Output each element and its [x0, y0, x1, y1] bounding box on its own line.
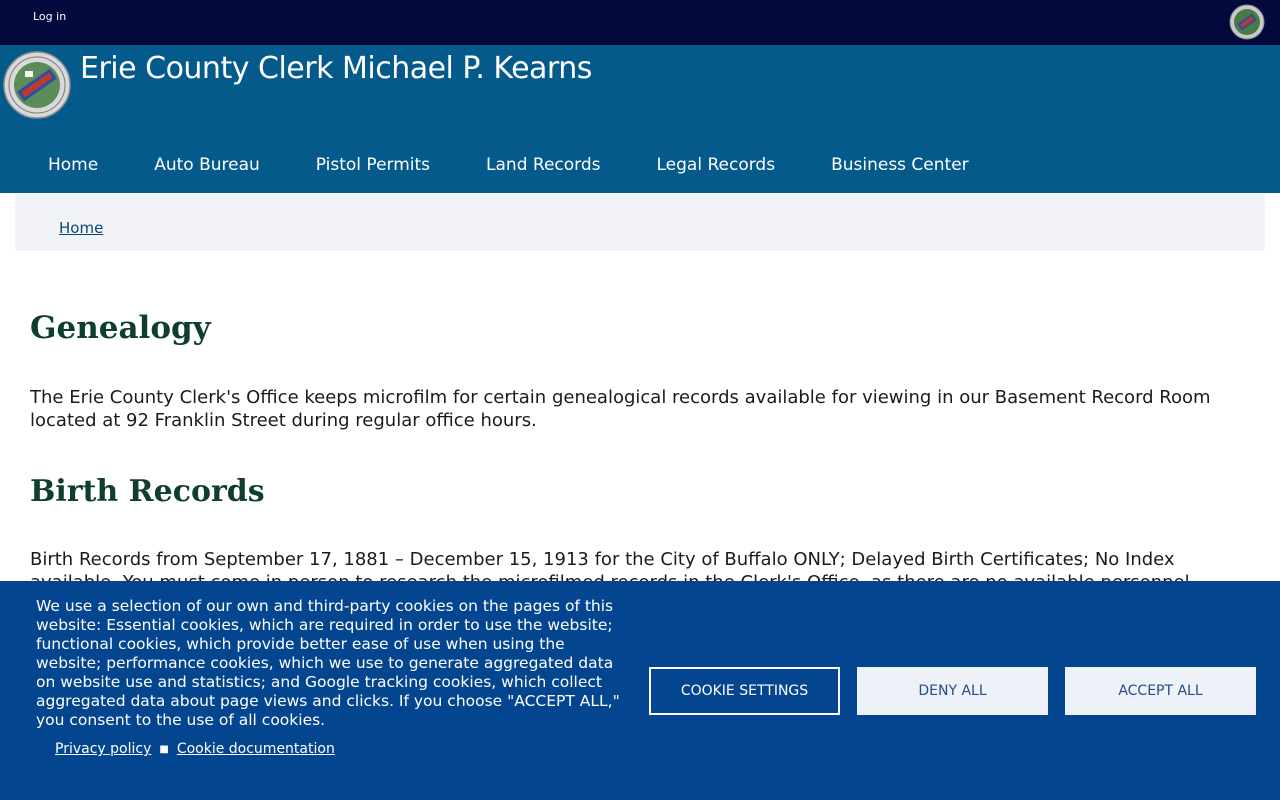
privacy-policy-link[interactable]: Privacy policy	[55, 741, 151, 757]
nav-legal-records[interactable]: Legal Records	[629, 155, 804, 175]
nav-pistol-permits[interactable]: Pistol Permits	[288, 155, 458, 175]
page-title: Genealogy	[30, 310, 211, 346]
login-link[interactable]: Log in	[33, 10, 66, 23]
site-header: Erie County Clerk Michael P. Kearns Home…	[0, 45, 1280, 193]
utility-bar: Log in	[0, 0, 1280, 45]
cookie-settings-button[interactable]: COOKIE SETTINGS	[649, 667, 840, 715]
breadcrumb: Home	[15, 194, 1265, 251]
cookie-links: Privacy policy ■ Cookie documentation	[55, 741, 335, 757]
cookie-consent-text: We use a selection of our own and third-…	[36, 597, 620, 729]
main-nav: Home Auto Bureau Pistol Permits Land Rec…	[20, 139, 997, 191]
separator-dot: ■	[159, 743, 169, 755]
cookie-banner: We use a selection of our own and third-…	[0, 581, 1280, 800]
deny-all-button[interactable]: DENY ALL	[857, 667, 1048, 715]
accept-all-button[interactable]: ACCEPT ALL	[1065, 667, 1256, 715]
nav-land-records[interactable]: Land Records	[458, 155, 628, 175]
county-seal-logo[interactable]	[3, 51, 71, 119]
nav-home[interactable]: Home	[20, 155, 126, 175]
site-title[interactable]: Erie County Clerk Michael P. Kearns	[80, 51, 592, 86]
nav-business-center[interactable]: Business Center	[803, 155, 997, 175]
breadcrumb-home-link[interactable]: Home	[59, 219, 103, 237]
intro-paragraph: The Erie County Clerk's Office keeps mic…	[30, 387, 1211, 431]
county-seal-icon[interactable]	[1229, 4, 1265, 40]
nav-auto-bureau[interactable]: Auto Bureau	[126, 155, 288, 175]
birth-records-heading: Birth Records	[30, 474, 265, 509]
cookie-documentation-link[interactable]: Cookie documentation	[177, 741, 335, 757]
